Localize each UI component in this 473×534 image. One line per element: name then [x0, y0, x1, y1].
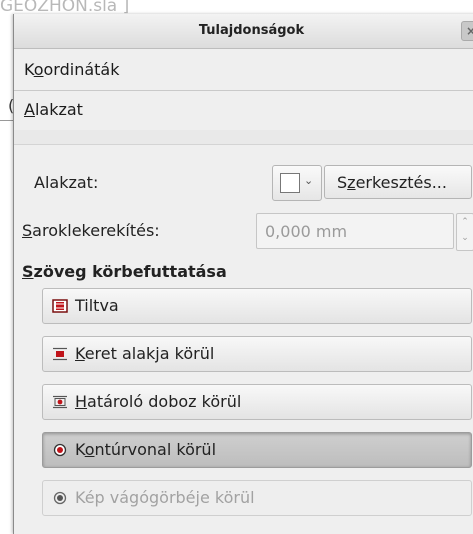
- text-wrap-heading: Szöveg körbefuttatása: [22, 262, 227, 281]
- close-icon: ×: [465, 24, 473, 38]
- close-button[interactable]: ×: [461, 21, 473, 41]
- dialog-title: Tulajdonságok: [198, 23, 305, 38]
- properties-dialog: Tulajdonságok × Koordináták Alakzat Alak…: [13, 14, 473, 534]
- wrap-disabled-button[interactable]: Tiltva: [42, 288, 472, 324]
- section-koordinatak-label: Koordináták: [24, 60, 120, 79]
- chevron-down-icon: ⌄: [304, 174, 314, 187]
- wrap-contour-label: Kontúrvonal körül: [75, 440, 217, 459]
- edit-shape-label: Szerkesztés...: [337, 173, 447, 192]
- section-alakzat[interactable]: Alakzat: [14, 90, 473, 131]
- shape-swatch-icon: [280, 173, 300, 193]
- section-koordinatak[interactable]: Koordináták: [14, 50, 473, 91]
- left-edge-fragment: (: [0, 92, 14, 122]
- wrap-frame-icon: [53, 347, 67, 361]
- wrap-bbox-icon: [53, 395, 67, 409]
- edit-shape-button[interactable]: Szerkesztés...: [324, 165, 472, 199]
- wrap-bbox-label: Határoló doboz körül: [75, 392, 242, 411]
- corner-radius-stepper[interactable]: ⌃ ⌄: [456, 213, 473, 251]
- wrap-clip-button[interactable]: Kép vágógörbéje körül: [42, 480, 472, 516]
- wrap-disabled-icon: [52, 299, 68, 313]
- corner-radius-field[interactable]: 0,000 mm: [256, 213, 454, 249]
- shape-label: Alakzat:: [34, 173, 99, 192]
- wrap-contour-icon: [53, 443, 67, 457]
- section-divider: [14, 130, 473, 145]
- wrap-clip-icon: [53, 491, 67, 505]
- section-alakzat-label: Alakzat: [24, 100, 83, 119]
- wrap-clip-label: Kép vágógörbéje körül: [75, 488, 255, 507]
- wrap-disabled-label: Tiltva: [75, 296, 119, 315]
- wrap-contour-button[interactable]: Kontúrvonal körül: [42, 432, 472, 468]
- dialog-titlebar[interactable]: Tulajdonságok ×: [14, 14, 473, 49]
- wrap-bbox-button[interactable]: Határoló doboz körül: [42, 384, 472, 420]
- wrap-frame-button[interactable]: Keret alakja körül: [42, 336, 472, 372]
- shape-select-button[interactable]: ⌄: [272, 165, 322, 201]
- chevron-down-icon[interactable]: ⌄: [457, 230, 473, 246]
- corner-radius-label: Saroklekerekítés:: [22, 221, 160, 240]
- chevron-up-icon[interactable]: ⌃: [457, 214, 473, 230]
- wrap-frame-label: Keret alakja körül: [75, 344, 215, 363]
